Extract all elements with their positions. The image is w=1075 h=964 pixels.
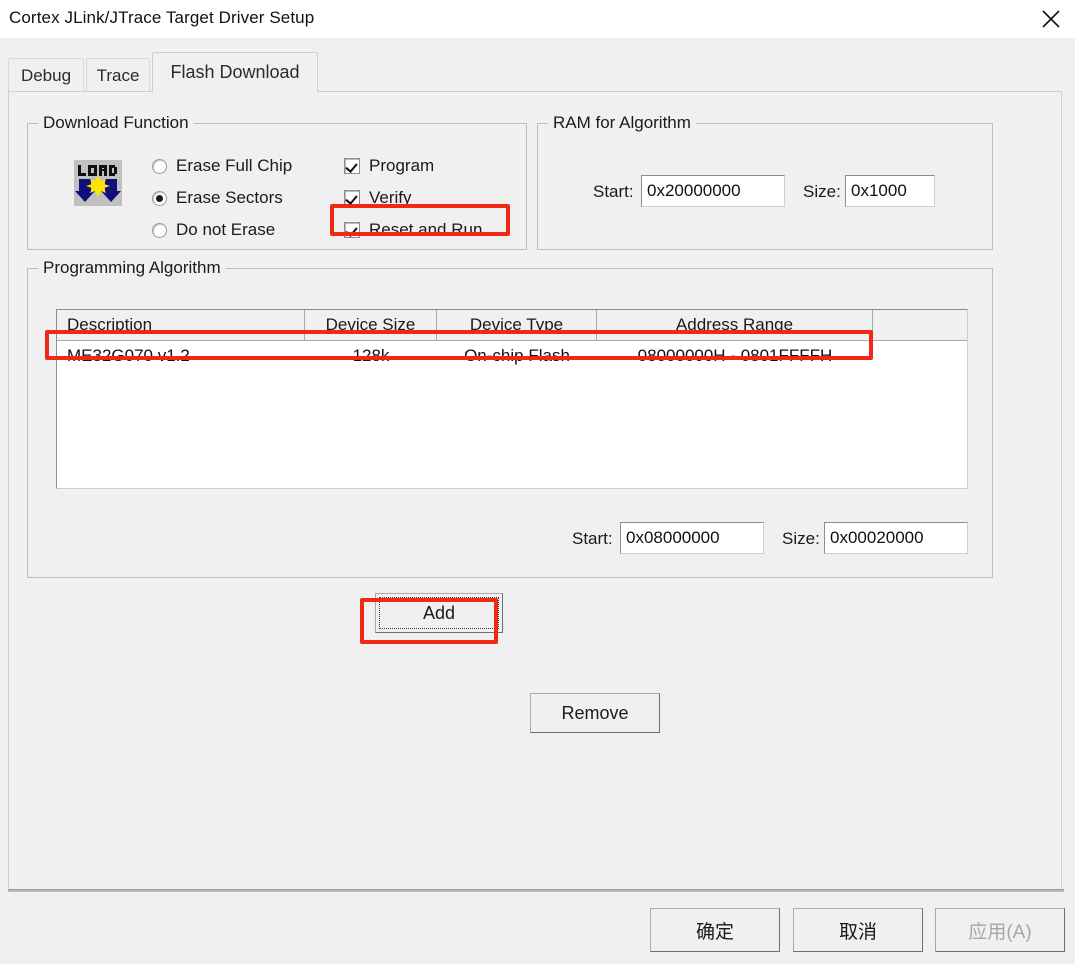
column-header-device-type[interactable]: Device Type: [437, 310, 597, 340]
radio-do-not-erase[interactable]: Do not Erase: [152, 220, 275, 240]
column-header-description[interactable]: Description: [57, 310, 305, 340]
flash-download-panel: Download Function Erase Full Chip Erase …: [8, 91, 1062, 891]
cell-device-type: On-chip Flash: [464, 346, 570, 365]
programming-algorithm-table[interactable]: Description Device Size Device Type Addr…: [56, 309, 968, 489]
column-header-address-range[interactable]: Address Range: [597, 310, 873, 340]
ram-for-algorithm-legend: RAM for Algorithm: [548, 113, 696, 133]
tab-debug-label: Debug: [20, 65, 72, 85]
checkbox-program-label: Program: [369, 156, 435, 175]
tab-trace[interactable]: Trace: [86, 58, 150, 92]
apply-button-label: 应用(A): [968, 921, 1032, 943]
radio-erase-full-chip-label: Erase Full Chip: [176, 156, 293, 175]
radio-erase-sectors-mark: [152, 190, 167, 206]
ok-button-label: 确定: [695, 921, 734, 943]
ok-button[interactable]: 确定: [650, 908, 780, 952]
ram-start-input[interactable]: 0x20000000: [641, 175, 785, 207]
title-bar: Cortex JLink/JTrace Target Driver Setup: [0, 0, 1075, 39]
download-function-legend: Download Function: [38, 113, 194, 133]
checkbox-program-mark: [344, 158, 360, 174]
ram-size-input[interactable]: 0x1000: [845, 175, 935, 207]
close-button[interactable]: [1027, 0, 1075, 37]
programming-algorithm-group: Programming Algorithm Description Device…: [27, 258, 993, 578]
column-header-spacer[interactable]: [873, 310, 967, 340]
tab-trace-label: Trace: [96, 65, 140, 85]
load-icon: [74, 160, 122, 206]
tab-flash-download-label: Flash Download: [170, 61, 300, 82]
checkbox-program[interactable]: Program: [344, 156, 434, 176]
tab-debug[interactable]: Debug: [8, 58, 84, 92]
table-header-row: Description Device Size Device Type Addr…: [57, 310, 967, 341]
checkbox-verify-label: Verify: [369, 188, 412, 207]
panel-bottom-shadow: [8, 889, 1064, 892]
table-row[interactable]: ME32G070 v1.2 128k On-chip Flash 0800000…: [57, 341, 967, 371]
algo-start-label: Start:: [572, 529, 613, 548]
remove-button-label: Remove: [561, 702, 629, 723]
cancel-button-label: 取消: [838, 921, 877, 943]
radio-do-not-erase-label: Do not Erase: [176, 220, 276, 239]
programming-algorithm-legend: Programming Algorithm: [38, 258, 226, 278]
add-button[interactable]: Add: [375, 593, 503, 633]
apply-button: 应用(A): [935, 908, 1065, 952]
radio-erase-full-chip-mark: [152, 158, 167, 174]
add-button-label: Add: [422, 602, 456, 623]
cell-address-range: 08000000H - 0801FFFFH: [637, 346, 833, 365]
radio-erase-sectors[interactable]: Erase Sectors: [152, 188, 283, 208]
checkbox-reset-and-run[interactable]: Reset and Run: [344, 220, 482, 240]
checkbox-reset-and-run-label: Reset and Run: [369, 220, 483, 239]
ram-for-algorithm-group: RAM for Algorithm Start: 0x20000000 Size…: [537, 113, 993, 250]
algo-size-label: Size:: [782, 529, 820, 548]
algo-start-input[interactable]: 0x08000000: [620, 522, 764, 554]
ram-start-label: Start:: [593, 182, 634, 201]
radio-erase-sectors-label: Erase Sectors: [176, 188, 283, 207]
cancel-button[interactable]: 取消: [793, 908, 923, 952]
radio-erase-full-chip[interactable]: Erase Full Chip: [152, 156, 292, 176]
cell-description: ME32G070 v1.2: [67, 346, 190, 365]
tab-strip: Debug Trace Flash Download: [0, 38, 1075, 92]
download-function-group: Download Function Erase Full Chip Erase …: [27, 113, 527, 250]
column-header-device-size[interactable]: Device Size: [305, 310, 437, 340]
checkbox-reset-and-run-mark: [344, 222, 360, 238]
checkbox-verify-mark: [344, 190, 360, 206]
remove-button[interactable]: Remove: [530, 693, 660, 733]
checkbox-verify[interactable]: Verify: [344, 188, 412, 208]
cell-spacer: [873, 341, 967, 371]
ram-size-label: Size:: [803, 182, 841, 201]
radio-do-not-erase-mark: [152, 222, 167, 238]
algo-size-input[interactable]: 0x00020000: [824, 522, 968, 554]
window-title: Cortex JLink/JTrace Target Driver Setup: [9, 8, 315, 27]
tab-flash-download[interactable]: Flash Download: [152, 52, 318, 92]
cell-device-size: 128k: [352, 346, 390, 365]
close-icon: [1040, 8, 1062, 30]
